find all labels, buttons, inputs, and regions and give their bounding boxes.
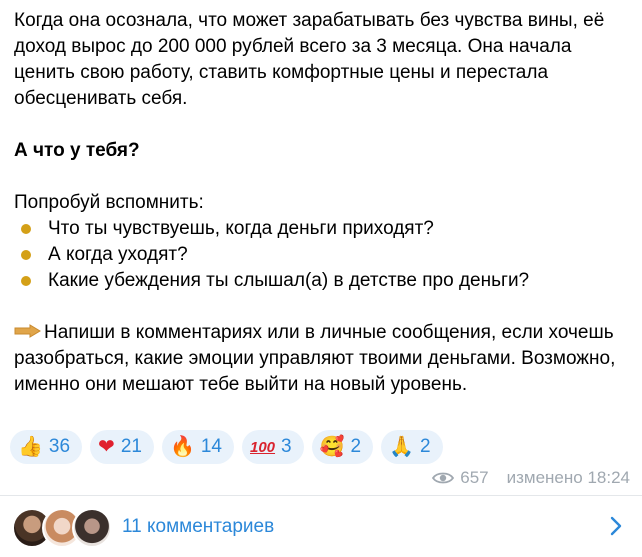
bullet-item: Какие убеждения ты слышал(а) в детстве п… xyxy=(14,268,634,294)
bullet-dot-icon xyxy=(21,224,31,234)
reaction-count: 2 xyxy=(420,436,431,457)
post-text: Когда она осознала, что может зарабатыва… xyxy=(14,8,634,398)
comments-count-label: 11 комментариев xyxy=(122,515,275,537)
reaction-thumbs-up[interactable]: 👍 36 xyxy=(10,430,83,464)
commenter-avatars xyxy=(12,507,112,548)
chevron-right-icon xyxy=(610,516,622,536)
post-prompt: Попробуй вспомнить: xyxy=(14,192,204,213)
view-count: 657 xyxy=(460,468,489,487)
post-meta: 657 изменено 18:24 xyxy=(432,468,630,488)
post-question: А что у тебя? xyxy=(14,140,140,161)
bullet-item: А когда уходят? xyxy=(14,242,634,268)
bullet-text: Какие убеждения ты слышал(а) в детстве п… xyxy=(48,270,530,291)
thumbs-up-icon: 👍 xyxy=(18,436,43,458)
edited-timestamp: изменено 18:24 xyxy=(506,468,630,487)
post-paragraph: Когда она осознала, что может зарабатыва… xyxy=(14,10,605,109)
reaction-hundred[interactable]: 100 3 xyxy=(242,430,304,464)
reaction-fire[interactable]: 🔥 14 xyxy=(161,430,234,464)
post-cta: Напиши в комментариях или в личные сообщ… xyxy=(14,320,634,398)
bullet-text: Что ты чувствуешь, когда деньги приходят… xyxy=(48,218,434,239)
reaction-count: 14 xyxy=(200,436,222,457)
reaction-smiling-hearts[interactable]: 🥰 2 xyxy=(311,430,374,464)
channel-post: Когда она осознала, что может зарабатыва… xyxy=(0,0,642,557)
eye-icon xyxy=(432,472,455,484)
bullet-item: Что ты чувствуешь, когда деньги приходят… xyxy=(14,216,634,242)
reaction-count: 2 xyxy=(350,436,362,457)
comments-button[interactable]: 11 комментариев xyxy=(0,496,642,557)
reaction-count: 21 xyxy=(120,436,142,457)
reaction-count: 3 xyxy=(281,436,292,457)
reaction-pray[interactable]: 🙏 2 xyxy=(381,430,443,464)
bullet-dot-icon xyxy=(21,276,31,286)
reaction-heart[interactable]: ❤ 21 xyxy=(90,430,154,464)
smiling-face-hearts-icon: 🥰 xyxy=(319,436,345,458)
bullet-dot-icon xyxy=(21,250,31,260)
avatar xyxy=(72,507,112,548)
folded-hands-icon: 🙏 xyxy=(389,436,414,458)
bullet-text: А когда уходят? xyxy=(48,244,188,265)
cta-text: Напиши в комментариях или в личные сообщ… xyxy=(14,322,616,395)
heart-icon: ❤ xyxy=(98,436,115,458)
hundred-points-icon: 100 xyxy=(250,438,276,456)
reaction-count: 36 xyxy=(48,436,71,457)
fire-icon: 🔥 xyxy=(169,436,195,458)
right-arrow-icon xyxy=(14,324,41,338)
reactions-bar: 👍 36 ❤ 21 🔥 14 100 3 🥰 2 🙏 2 xyxy=(10,430,443,464)
